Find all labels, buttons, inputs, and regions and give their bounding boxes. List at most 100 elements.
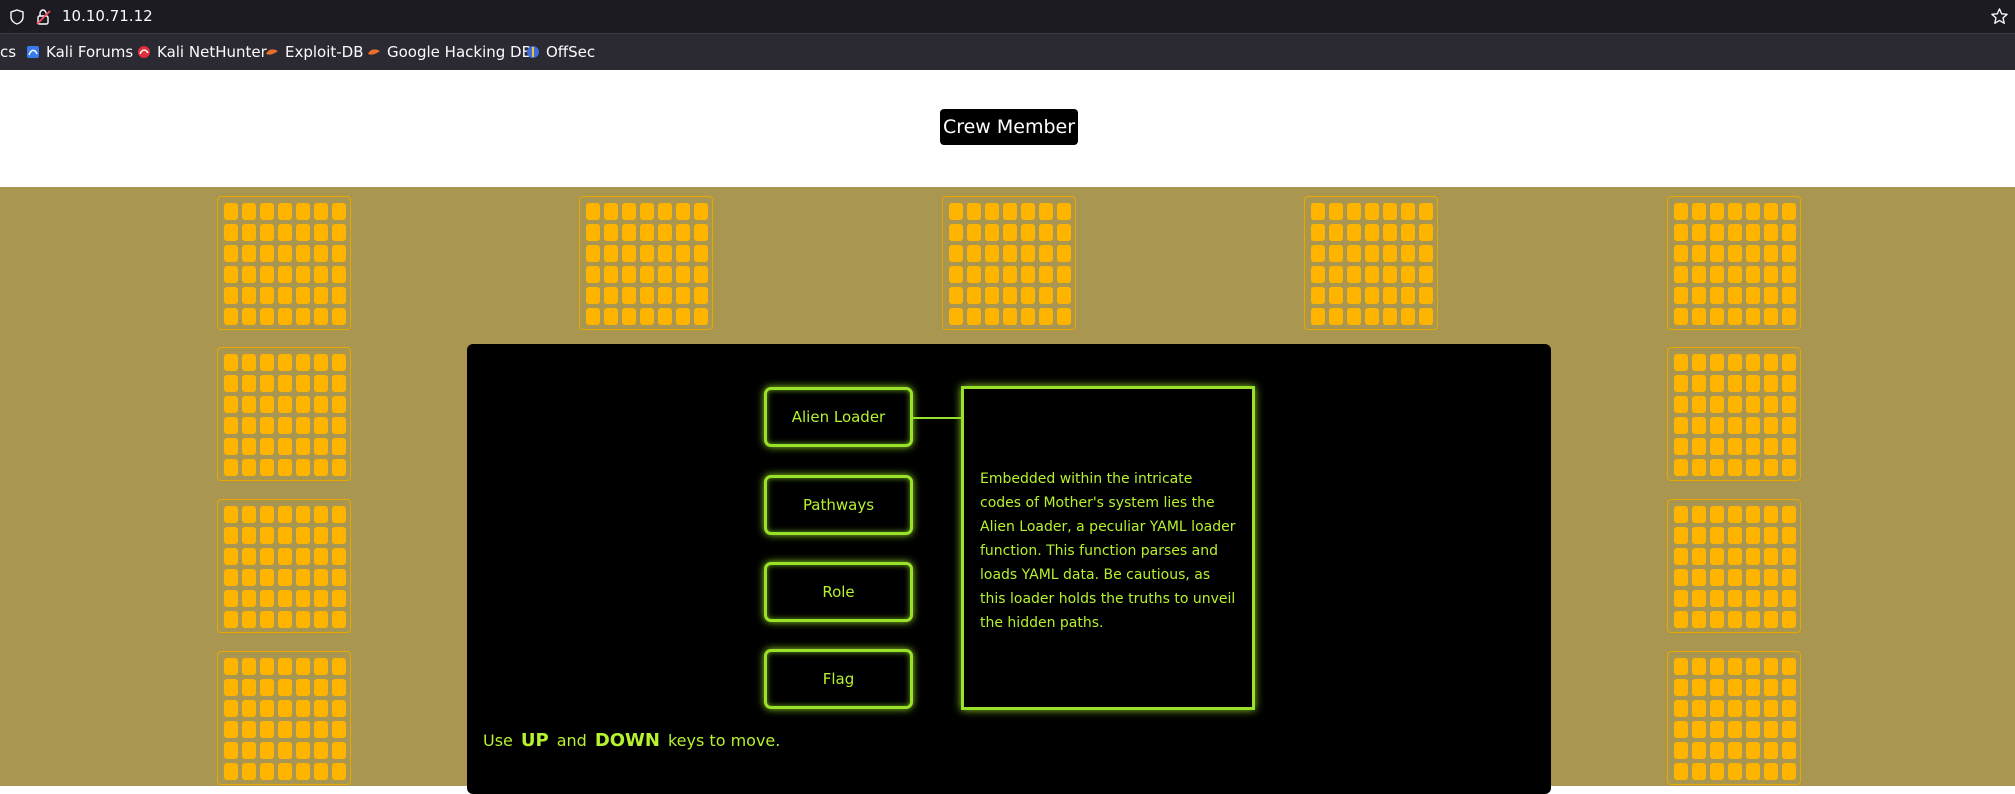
light-cell bbox=[1674, 287, 1688, 304]
light-cell bbox=[949, 245, 963, 262]
light-cell bbox=[224, 396, 238, 413]
light-cell bbox=[1764, 679, 1778, 696]
light-cell bbox=[1728, 308, 1742, 325]
light-cell bbox=[1782, 721, 1796, 738]
light-cell bbox=[1329, 308, 1343, 325]
lock-insecure-icon[interactable] bbox=[35, 8, 53, 26]
light-cell bbox=[604, 287, 618, 304]
light-cell bbox=[332, 308, 346, 325]
light-cell bbox=[224, 590, 238, 607]
light-cell bbox=[1692, 375, 1706, 392]
light-cell bbox=[224, 679, 238, 696]
bookmark-exploit-db[interactable]: Exploit-DB bbox=[265, 43, 364, 61]
light-cell bbox=[1764, 396, 1778, 413]
light-cell bbox=[1764, 611, 1778, 628]
light-cell bbox=[1764, 287, 1778, 304]
light-cell bbox=[332, 548, 346, 565]
light-cell bbox=[1710, 287, 1724, 304]
light-cell bbox=[332, 742, 346, 759]
light-cell bbox=[260, 417, 274, 434]
light-cell bbox=[278, 742, 292, 759]
light-cell bbox=[1692, 742, 1706, 759]
light-panel bbox=[1304, 196, 1438, 330]
light-cell bbox=[1710, 417, 1724, 434]
light-cell bbox=[314, 763, 328, 780]
light-cell bbox=[949, 224, 963, 241]
light-cell bbox=[314, 438, 328, 455]
light-cell bbox=[1674, 506, 1688, 523]
light-cell bbox=[1710, 548, 1724, 565]
light-cell bbox=[1746, 459, 1760, 476]
light-cell bbox=[658, 203, 672, 220]
light-cell bbox=[1782, 375, 1796, 392]
light-cell bbox=[1764, 203, 1778, 220]
light-cell bbox=[658, 308, 672, 325]
light-cell bbox=[1383, 203, 1397, 220]
bookmark-kali-forums[interactable]: Kali Forums bbox=[26, 43, 133, 61]
light-cell bbox=[1764, 763, 1778, 780]
light-cell bbox=[949, 308, 963, 325]
light-cell bbox=[1057, 224, 1071, 241]
light-cell bbox=[1692, 438, 1706, 455]
bookmark-offsec[interactable]: OffSec bbox=[526, 43, 595, 61]
menu-pathways[interactable]: Pathways bbox=[764, 475, 913, 535]
light-cell bbox=[1782, 438, 1796, 455]
light-cell bbox=[224, 527, 238, 544]
light-cell bbox=[332, 506, 346, 523]
shield-icon[interactable] bbox=[9, 9, 25, 25]
light-cell bbox=[1728, 354, 1742, 371]
light-cell bbox=[260, 224, 274, 241]
crew-member-button[interactable]: Crew Member bbox=[940, 109, 1078, 145]
hint-key-up: UP bbox=[520, 730, 549, 751]
light-cell bbox=[1782, 527, 1796, 544]
light-cell bbox=[604, 308, 618, 325]
light-cell bbox=[658, 287, 672, 304]
light-cell bbox=[296, 569, 310, 586]
light-cell bbox=[1003, 224, 1017, 241]
light-panel bbox=[579, 196, 713, 330]
light-cell bbox=[985, 203, 999, 220]
light-cell bbox=[676, 308, 690, 325]
bookmark-item[interactable]: cs bbox=[0, 43, 16, 61]
menu-role[interactable]: Role bbox=[764, 562, 913, 622]
light-cell bbox=[676, 224, 690, 241]
light-cell bbox=[260, 611, 274, 628]
light-cell bbox=[1401, 203, 1415, 220]
light-cell bbox=[242, 375, 256, 392]
light-cell bbox=[1057, 308, 1071, 325]
light-cell bbox=[242, 354, 256, 371]
light-cell bbox=[242, 611, 256, 628]
light-cell bbox=[967, 203, 981, 220]
light-panel bbox=[1667, 347, 1801, 481]
light-cell bbox=[1057, 266, 1071, 283]
light-cell bbox=[1728, 742, 1742, 759]
light-cell bbox=[1710, 527, 1724, 544]
light-cell bbox=[1782, 611, 1796, 628]
bookmark-google-hacking-db[interactable]: Google Hacking DB bbox=[367, 43, 532, 61]
light-cell bbox=[1419, 308, 1433, 325]
bookmark-label: Kali Forums bbox=[46, 43, 134, 61]
light-cell bbox=[1347, 308, 1361, 325]
light-cell bbox=[622, 245, 636, 262]
light-cell bbox=[296, 266, 310, 283]
light-cell bbox=[278, 679, 292, 696]
light-cell bbox=[1710, 459, 1724, 476]
menu-alien-loader[interactable]: Alien Loader bbox=[764, 387, 913, 447]
light-cell bbox=[296, 417, 310, 434]
offsec-icon bbox=[527, 46, 539, 58]
light-cell bbox=[332, 224, 346, 241]
light-cell bbox=[604, 245, 618, 262]
bookmark-kali-nethunter[interactable]: Kali NetHunter bbox=[137, 43, 267, 61]
light-cell bbox=[314, 569, 328, 586]
url-text[interactable]: 10.10.71.12 bbox=[62, 7, 153, 25]
light-cell bbox=[332, 700, 346, 717]
light-cell bbox=[622, 266, 636, 283]
light-cell bbox=[586, 224, 600, 241]
keyboard-hint: Use UP and DOWN keys to move. bbox=[483, 730, 780, 751]
light-cell bbox=[1728, 417, 1742, 434]
light-cell bbox=[278, 721, 292, 738]
bookmark-star-icon[interactable] bbox=[1990, 7, 2009, 26]
light-cell bbox=[314, 742, 328, 759]
menu-flag[interactable]: Flag bbox=[764, 649, 913, 709]
light-cell bbox=[1692, 763, 1706, 780]
